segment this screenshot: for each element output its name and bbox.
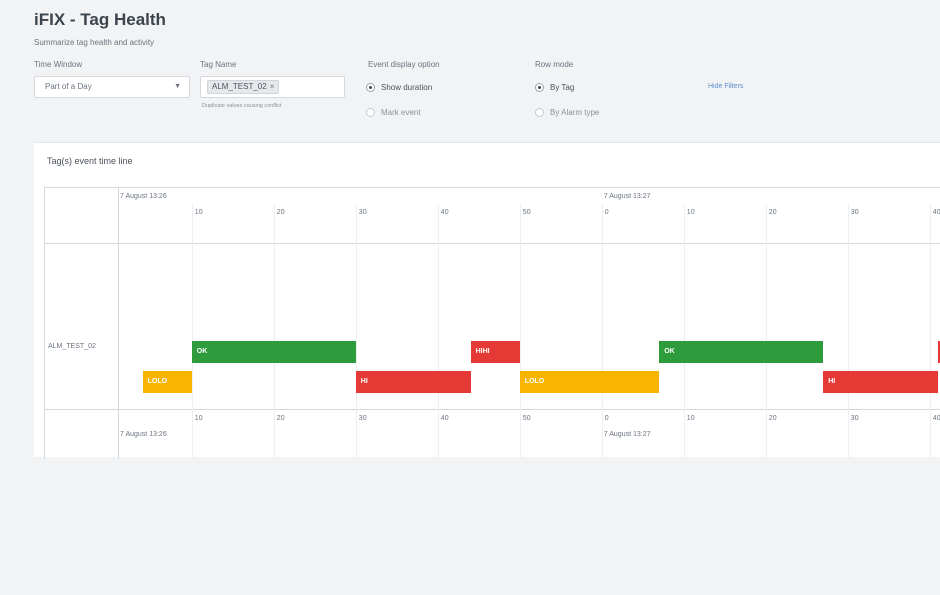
- timeline-date-bottom: 7 August 13:27: [603, 431, 651, 438]
- timeline-tick-bottom: 40: [932, 415, 940, 422]
- timeline-tick-top: 30: [358, 209, 367, 216]
- time-window-label: Time Window: [34, 60, 83, 69]
- radio-by-alarm-type[interactable]: By Alarm type: [535, 108, 599, 117]
- timeline-tick-bottom: 30: [850, 415, 859, 422]
- timeline-gridline: [273, 205, 275, 459]
- timeline-gridline: [847, 205, 849, 459]
- event-display-label: Event display option: [368, 60, 440, 69]
- timeline-tick-top: 40: [932, 209, 940, 216]
- radio-show-duration[interactable]: Show duration: [366, 83, 432, 92]
- event-bar-ok[interactable]: OK: [191, 341, 356, 363]
- row-label: ALM_TEST_02: [48, 343, 96, 350]
- event-bar-hihi[interactable]: HIHI: [470, 341, 520, 363]
- timeline-tick-bottom: 0: [604, 415, 609, 422]
- timeline-tick-bottom: 40: [440, 415, 449, 422]
- timeline-tick-bottom: 20: [276, 415, 285, 422]
- timeline-gridline: [191, 205, 193, 459]
- event-bar-ok[interactable]: OK: [659, 341, 824, 363]
- timeline-label-divider: [118, 187, 119, 459]
- timeline-tick-top: 10: [686, 209, 695, 216]
- timeline-title: Tag(s) event time line: [47, 156, 133, 166]
- radio-unselected-icon: [535, 108, 544, 117]
- timeline-gridline: [519, 205, 521, 459]
- timeline-date-top: 7 August 13:26: [120, 193, 167, 200]
- timeline-border-left: [44, 187, 45, 459]
- timeline-gridline: [355, 205, 357, 459]
- time-window-dropdown[interactable]: Part of a Day ▼: [34, 76, 190, 98]
- timeline-axis-bottom-line: [44, 409, 940, 410]
- timeline-tick-top: 20: [276, 209, 285, 216]
- tag-name-label: Tag Name: [200, 60, 237, 69]
- event-bar-hi[interactable]: HI: [355, 371, 471, 393]
- event-bar-hi[interactable]: HI: [823, 371, 938, 393]
- timeline-gridline: [765, 205, 767, 459]
- timeline-gridline: [929, 205, 931, 459]
- timeline-border-top: [44, 187, 940, 188]
- timeline-tick-top: 20: [768, 209, 777, 216]
- radio-selected-icon: [535, 83, 544, 92]
- tag-name-input[interactable]: ALM_TEST_02 ×: [200, 76, 345, 98]
- timeline-axis-top-line: [44, 243, 940, 244]
- tag-chip: ALM_TEST_02 ×: [207, 80, 280, 94]
- page-title: iFIX - Tag Health: [34, 10, 166, 29]
- timeline-chart: ALM_TEST_02 10 10 20 20 30 30 40 40 50 50 0 0 10 10 20…: [44, 187, 940, 595]
- timeline-tick-top: 40: [440, 209, 449, 216]
- timeline-date-bottom: 7 August 13:26: [120, 431, 167, 438]
- time-window-value: Part of a Day: [45, 82, 92, 91]
- timeline-tick-top: 0: [604, 209, 609, 216]
- event-bar-lolo[interactable]: LOLO: [142, 371, 192, 393]
- radio-by-alarm-type-label: By Alarm type: [550, 108, 600, 117]
- chevron-down-icon: ▼: [174, 83, 181, 90]
- radio-mark-event[interactable]: Mark event: [366, 108, 421, 117]
- timeline-tick-bottom: 30: [358, 415, 367, 422]
- timeline-gridline: [601, 205, 603, 459]
- timeline-tick-top: 30: [850, 209, 859, 216]
- timeline-tick-bottom: 10: [194, 415, 203, 422]
- timeline-tick-bottom: 20: [768, 415, 777, 422]
- radio-by-tag-label: By Tag: [550, 83, 575, 92]
- close-icon[interactable]: ×: [270, 82, 275, 91]
- tag-name-helptext: Duplicate values causing conflict: [202, 103, 282, 109]
- timeline-tick-bottom: 10: [686, 415, 695, 422]
- radio-selected-icon: [366, 83, 375, 92]
- timeline-gridline: [683, 205, 685, 459]
- radio-by-tag[interactable]: By Tag: [535, 83, 574, 92]
- radio-show-duration-label: Show duration: [381, 83, 433, 92]
- timeline-tick-top: 50: [522, 209, 531, 216]
- timeline-date-top: 7 August 13:27: [603, 193, 651, 200]
- radio-unselected-icon: [366, 108, 375, 117]
- timeline-tick-top: 10: [194, 209, 203, 216]
- tag-chip-label: ALM_TEST_02: [212, 82, 267, 91]
- row-mode-label: Row mode: [535, 60, 574, 69]
- timeline-gridline: [437, 205, 439, 459]
- timeline-panel: Tag(s) event time line ALM_TEST_02 10 10 2…: [34, 142, 940, 459]
- filter-header: iFIX - Tag Health Summarize tag health a…: [0, 0, 940, 140]
- hide-filters-link[interactable]: Hide Filters: [708, 83, 743, 90]
- page-subtitle: Summarize tag health and activity: [34, 38, 155, 47]
- radio-mark-event-label: Mark event: [381, 108, 421, 117]
- event-bar-lolo[interactable]: LOLO: [519, 371, 660, 393]
- timeline-tick-bottom: 50: [522, 415, 531, 422]
